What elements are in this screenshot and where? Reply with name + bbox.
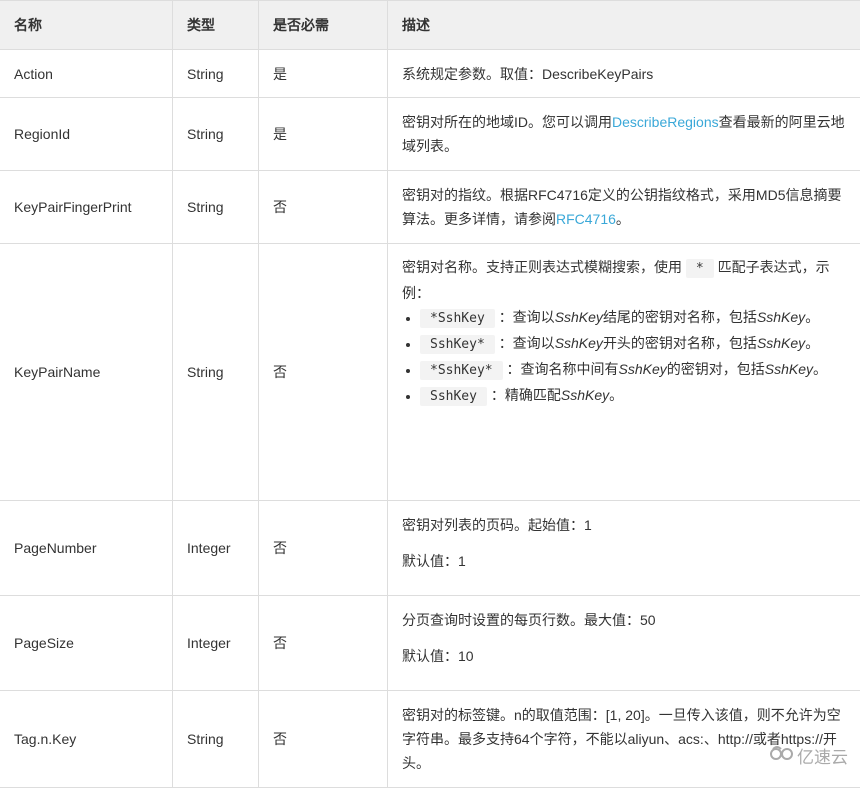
table-row: KeyPairName String 否 密钥对名称。支持正则表达式模糊搜索，使… [0, 244, 860, 501]
table-row: RegionId String 是 密钥对所在的地域ID。您可以调用Descri… [0, 98, 860, 171]
description-line: 密钥对列表的页码。起始值：1 [402, 513, 847, 537]
param-required: 否 [259, 596, 388, 691]
header-name: 名称 [0, 1, 173, 50]
parameters-table: 名称 类型 是否必需 描述 Action String 是 系统规定参数。取值：… [0, 0, 860, 788]
list-item: SshKey* ：查询以SshKey开头的密钥对名称，包括SshKey。 [420, 331, 847, 357]
param-description: 密钥对所在的地域ID。您可以调用DescribeRegions查看最新的阿里云地… [388, 98, 860, 171]
rfc4716-link[interactable]: RFC4716 [556, 211, 616, 227]
example-text: 。 [813, 361, 827, 377]
watermark: 亿速云 [769, 743, 848, 768]
table-row: PageNumber Integer 否 密钥对列表的页码。起始值：1 默认值：… [0, 501, 860, 596]
example-em: SshKey [619, 361, 667, 377]
code-example: SshKey [420, 387, 487, 406]
example-text: ：查询名称中间有 [507, 361, 619, 377]
param-type: Integer [173, 596, 259, 691]
example-em: SshKey [757, 335, 805, 351]
param-required: 否 [259, 501, 388, 596]
description-text: 密钥对名称。支持正则表达式模糊搜索，使用 [402, 259, 682, 275]
table-row: PageSize Integer 否 分页查询时设置的每页行数。最大值：50 默… [0, 596, 860, 691]
example-text: 。 [609, 387, 623, 403]
header-required: 是否必需 [259, 1, 388, 50]
param-description: 密钥对的标签键。n的取值范围：[1, 20]。一旦传入该值，则不允许为空字符串。… [388, 691, 860, 788]
list-item: *SshKey ：查询以SshKey结尾的密钥对名称，包括SshKey。 [420, 305, 847, 331]
example-em: SshKey [561, 387, 609, 403]
example-text: 开头的密钥对名称，包括 [603, 335, 757, 351]
param-description: 分页查询时设置的每页行数。最大值：50 默认值：10 [388, 596, 860, 691]
describe-regions-link[interactable]: DescribeRegions [612, 114, 719, 130]
watermark-text: 亿速云 [797, 743, 848, 768]
param-description: 密钥对列表的页码。起始值：1 默认值：1 [388, 501, 860, 596]
description-line: 分页查询时设置的每页行数。最大值：50 [402, 608, 847, 632]
list-item: SshKey ：精确匹配SshKey。 [420, 383, 847, 409]
param-description: 系统规定参数。取值：DescribeKeyPairs [388, 50, 860, 98]
table-row: KeyPairFingerPrint String 否 密钥对的指纹。根据RFC… [0, 171, 860, 244]
param-name: Tag.n.Key [0, 691, 173, 788]
example-text: 的密钥对，包括 [667, 361, 765, 377]
param-required: 否 [259, 691, 388, 788]
param-type: String [173, 244, 259, 501]
code-example: *SshKey [420, 309, 495, 328]
code-wildcard: * [686, 259, 714, 278]
param-type: Integer [173, 501, 259, 596]
description-intro: 密钥对名称。支持正则表达式模糊搜索，使用 * 匹配子表达式，示例： [402, 255, 847, 305]
list-item: *SshKey* ：查询名称中间有SshKey的密钥对，包括SshKey。 [420, 357, 847, 383]
param-type: String [173, 171, 259, 244]
example-em: SshKey [555, 335, 603, 351]
example-em: SshKey [555, 309, 603, 325]
code-example: *SshKey* [420, 361, 503, 380]
default-value: 默认值：10 [402, 644, 847, 668]
example-em: SshKey [765, 361, 813, 377]
examples-list: *SshKey ：查询以SshKey结尾的密钥对名称，包括SshKey。 Ssh… [402, 305, 847, 409]
param-required: 是 [259, 98, 388, 171]
table-header-row: 名称 类型 是否必需 描述 [0, 1, 860, 50]
param-description: 密钥对的指纹。根据RFC4716定义的公钥指纹格式，采用MD5信息摘要算法。更多… [388, 171, 860, 244]
code-example: SshKey* [420, 335, 495, 354]
param-type: String [173, 98, 259, 171]
description-text: 密钥对所在的地域ID。您可以调用 [402, 114, 612, 130]
param-name: PageNumber [0, 501, 173, 596]
example-text: 。 [805, 335, 819, 351]
example-text: 。 [805, 309, 819, 325]
param-name: RegionId [0, 98, 173, 171]
description-text: 。 [616, 211, 630, 227]
param-name: KeyPairName [0, 244, 173, 501]
default-value: 默认值：1 [402, 549, 847, 573]
yisu-cloud-logo-icon [769, 745, 795, 766]
example-text: ：查询以 [499, 335, 555, 351]
example-text: 结尾的密钥对名称，包括 [603, 309, 757, 325]
table-row: Tag.n.Key String 否 密钥对的标签键。n的取值范围：[1, 20… [0, 691, 860, 788]
header-description: 描述 [388, 1, 860, 50]
param-name: KeyPairFingerPrint [0, 171, 173, 244]
table-row: Action String 是 系统规定参数。取值：DescribeKeyPai… [0, 50, 860, 98]
param-name: Action [0, 50, 173, 98]
param-type: String [173, 50, 259, 98]
example-text: ：查询以 [499, 309, 555, 325]
header-type: 类型 [173, 1, 259, 50]
example-text: ：精确匹配 [491, 387, 561, 403]
example-em: SshKey [757, 309, 805, 325]
param-required: 否 [259, 244, 388, 501]
param-required: 否 [259, 171, 388, 244]
param-type: String [173, 691, 259, 788]
param-description: 密钥对名称。支持正则表达式模糊搜索，使用 * 匹配子表达式，示例： *SshKe… [388, 244, 860, 501]
param-required: 是 [259, 50, 388, 98]
param-name: PageSize [0, 596, 173, 691]
